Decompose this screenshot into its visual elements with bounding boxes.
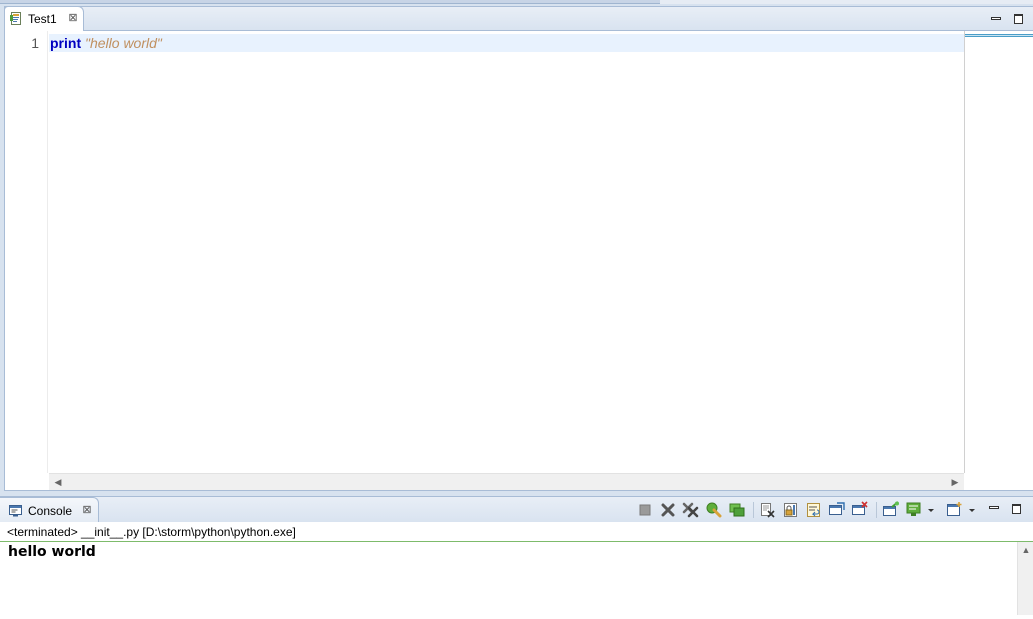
code-keyword: print xyxy=(50,35,82,51)
python-file-icon xyxy=(10,12,21,25)
maximize-icon xyxy=(1014,14,1023,24)
show-on-stderr-icon[interactable] xyxy=(851,501,869,519)
console-tab-bar: Console ⊠ xyxy=(0,497,1033,522)
new-console-icon[interactable] xyxy=(946,501,964,519)
top-toolbar-edge xyxy=(0,0,660,4)
console-minimize-button[interactable] xyxy=(987,501,999,513)
pin-console-icon[interactable] xyxy=(705,501,723,519)
current-line-highlight xyxy=(49,34,964,52)
open-console-icon[interactable] xyxy=(882,501,900,519)
vertical-scrollbar[interactable]: ▲ xyxy=(1017,542,1033,615)
console-pane: Console ⊠ <terminated> __init__.py [D:\s… xyxy=(0,496,1033,619)
minimize-icon xyxy=(989,506,999,509)
new-console-dropdown-icon[interactable] xyxy=(967,501,977,519)
editor-minimize-button[interactable] xyxy=(989,12,1001,24)
minimize-icon xyxy=(991,17,1001,20)
console-toolbar xyxy=(636,501,1033,519)
code-line: print "hello world" xyxy=(50,35,162,51)
scroll-left-icon[interactable]: ◀ xyxy=(51,474,65,490)
console-icon xyxy=(9,505,22,517)
code-editor[interactable]: print "hello world" xyxy=(49,31,964,473)
scroll-up-icon[interactable]: ▲ xyxy=(1019,542,1033,558)
scroll-lock-icon[interactable] xyxy=(782,501,800,519)
open-console-dropdown-icon[interactable] xyxy=(926,501,936,519)
console-output-text: hello world xyxy=(8,544,96,560)
remove-launch-icon[interactable] xyxy=(659,501,677,519)
console-tab-label: Console xyxy=(28,504,73,518)
horizontal-scrollbar[interactable]: ◀ ▶ xyxy=(49,473,964,490)
window-top-strip xyxy=(0,0,1033,4)
word-wrap-icon[interactable] xyxy=(805,501,823,519)
maximize-icon xyxy=(1012,504,1021,514)
editor-pane: Test1 ⊠ 1 print "hello world" ◀ ▶ xyxy=(4,6,1033,491)
toolbar-separator xyxy=(753,502,754,518)
editor-tab-label: Test1 xyxy=(28,12,57,26)
console-maximize-button[interactable] xyxy=(1010,502,1022,514)
console-output[interactable]: hello world xyxy=(0,542,1017,619)
clear-console-icon[interactable] xyxy=(759,501,777,519)
line-number: 1 xyxy=(31,35,39,51)
editor-tab-bar: Test1 ⊠ xyxy=(4,6,1033,31)
scroll-right-icon[interactable]: ▶ xyxy=(948,474,962,490)
editor-maximize-button[interactable] xyxy=(1012,12,1024,24)
tab-console[interactable]: Console ⊠ xyxy=(0,497,99,522)
console-status-text: <terminated> __init__.py [D:\storm\pytho… xyxy=(7,525,296,539)
line-number-gutter: 1 xyxy=(18,31,48,473)
close-tab-icon[interactable]: ⊠ xyxy=(81,504,93,516)
overview-ruler-mark xyxy=(965,34,1033,37)
close-tab-icon[interactable]: ⊠ xyxy=(67,12,79,24)
code-string: "hello world" xyxy=(85,35,162,51)
remove-all-terminated-icon[interactable] xyxy=(682,501,700,519)
overview-ruler[interactable] xyxy=(964,31,1033,473)
console-process-label: <terminated> __init__.py [D:\storm\pytho… xyxy=(0,522,1033,542)
terminate-icon[interactable] xyxy=(636,501,654,519)
toolbar-separator xyxy=(876,502,877,518)
pin-display-console-icon[interactable] xyxy=(905,501,923,519)
show-on-stdout-icon[interactable] xyxy=(828,501,846,519)
editor-tab-test1[interactable]: Test1 ⊠ xyxy=(4,6,84,31)
display-selected-console-icon[interactable] xyxy=(728,501,746,519)
